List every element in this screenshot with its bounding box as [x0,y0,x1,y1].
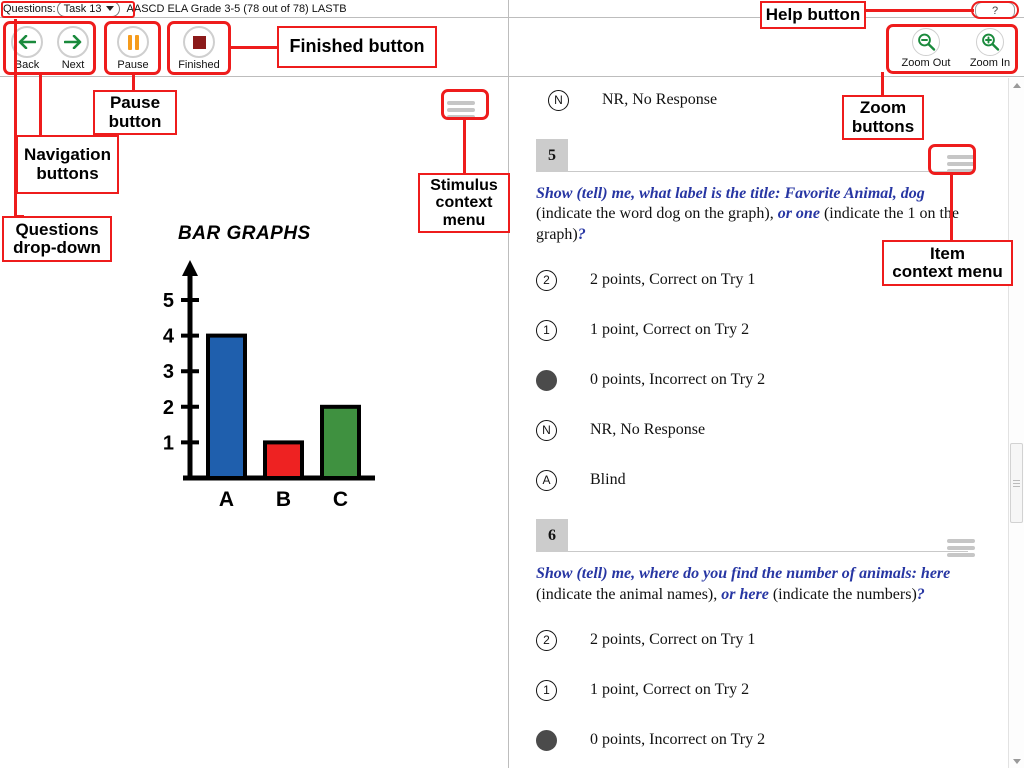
options-list: 2 2 points, Correct on Try 1 1 1 point, Cor… [536,615,968,765]
option-row[interactable]: 1 1 point, Correct on Try 2 [536,305,968,355]
radio-option-0[interactable] [536,369,557,391]
highlight-navigation-buttons [3,21,96,75]
options-list: 2 2 points, Correct on Try 1 1 1 point, Cor… [536,255,968,505]
radio-option-2[interactable]: 2 [536,629,557,651]
item-number: 6 [536,519,568,553]
svg-text:3: 3 [163,361,174,383]
annotation-questions-dropdown: Questions drop-down [2,216,112,262]
scroll-up-button[interactable] [1009,78,1024,92]
triangle-up-icon [1012,82,1021,88]
option-label: NR, No Response [602,91,718,108]
highlight-stimulus-context-menu [441,89,489,120]
leader-line [231,46,277,49]
radio-option-0[interactable] [536,729,557,751]
highlight-help-button [971,1,1019,19]
svg-text:2: 2 [163,397,174,419]
scroll-down-button[interactable] [1009,754,1024,768]
question-emphasis: ? [916,585,925,603]
highlight-questions-dropdown [1,1,135,18]
grip-icon [1013,478,1020,489]
app-root: Questions: Task 13 AASCD ELA Grade 3-5 (… [0,0,1024,768]
highlight-item-context-menu [928,144,976,175]
annotation-pause-button: Pause button [93,90,177,135]
question-emphasis: Show (tell) me, where do you find the nu… [536,565,951,583]
item-pane: N NR, No Response 5 Show (tell) me, what… [509,78,1024,768]
option-label: NR, No Response [590,421,706,439]
leader-line [39,73,42,135]
radio-option-2[interactable]: 2 [536,269,557,291]
option-label: 0 points, Incorrect on Try 2 [590,371,766,389]
option-row[interactable]: 2 2 points, Correct on Try 1 [536,615,968,665]
question-emphasis: ? [577,225,586,243]
item-rule [568,519,968,553]
highlight-finished-button [167,21,231,75]
option-row[interactable]: N NR, No Response [536,405,968,455]
item-context-menu-button[interactable] [944,530,978,560]
stimulus-title: BAR GRAPHS [178,223,311,244]
leader-line [950,173,953,241]
svg-text:1: 1 [163,432,174,454]
question-plain: (indicate the word dog on the graph), [536,205,778,223]
highlight-pause-button [104,21,161,75]
radio-option-N[interactable]: N [536,419,557,441]
vertical-scrollbar[interactable] [1008,78,1024,768]
highlight-zoom-buttons [886,24,1018,74]
leader-line [866,9,974,12]
leader-line [463,118,466,174]
scrollbar-thumb[interactable] [1010,443,1023,523]
svg-text:C: C [333,488,348,511]
question-emphasis: or one [777,205,820,223]
hamburger-icon [944,536,978,560]
annotation-item-context-menu: Item context menu [882,240,1013,286]
item-block: 5 Show (tell) me, what label is the titl… [509,122,1024,505]
option-row[interactable]: 1 1 point, Correct on Try 2 [536,665,968,715]
option-row[interactable]: A Blind [536,455,968,505]
question-plain: (indicate the animal names), [536,585,722,603]
annotation-help-button: Help button [760,1,866,29]
annotation-zoom-buttons: Zoom buttons [842,95,924,140]
option-label: 2 points, Correct on Try 1 [590,271,756,289]
option-label: Blind [590,471,626,489]
question-text: Show (tell) me, what label is the title:… [536,184,968,245]
question-emphasis: or here [721,585,769,603]
item-number: 5 [536,139,568,172]
leader-line [132,73,135,91]
option-label: 1 point, Correct on Try 2 [590,321,750,339]
radio-no-response[interactable]: N [548,89,569,111]
svg-text:B: B [276,488,291,511]
option-label: 2 points, Correct on Try 1 [590,631,756,649]
option-row[interactable]: 0 points, Incorrect on Try 2 [536,715,968,765]
option-label: 1 point, Correct on Try 2 [590,681,750,699]
radio-option-1[interactable]: 1 [536,319,557,341]
radio-option-A[interactable]: A [536,469,557,491]
question-text: Show (tell) me, where do you find the nu… [536,564,968,605]
triangle-down-icon [1012,758,1021,764]
item-header: 5 [536,139,968,172]
question-emphasis: Show (tell) me, what label is the title:… [536,185,925,202]
svg-text:5: 5 [163,290,174,312]
item-rule [568,139,968,172]
option-label: 0 points, Incorrect on Try 2 [590,731,766,749]
bar-graph: 1 2 3 4 5 A B C [163,260,375,511]
annotation-finished-button: Finished button [277,26,437,68]
option-row[interactable]: 0 points, Incorrect on Try 2 [536,355,968,405]
annotation-navigation-buttons: Navigation buttons [16,135,119,194]
leader-line [881,72,884,95]
option-row[interactable]: N NR, No Response [548,78,1024,122]
annotation-stimulus-context-menu: Stimulus context menu [418,173,510,233]
svg-text:A: A [219,488,234,511]
radio-option-1[interactable]: 1 [536,679,557,701]
question-plain: (indicate the numbers) [768,585,917,603]
item-header: 6 [536,519,968,553]
svg-text:4: 4 [163,326,175,348]
document-title: AASCD ELA Grade 3-5 (78 out of 78) LASTB [126,2,347,15]
